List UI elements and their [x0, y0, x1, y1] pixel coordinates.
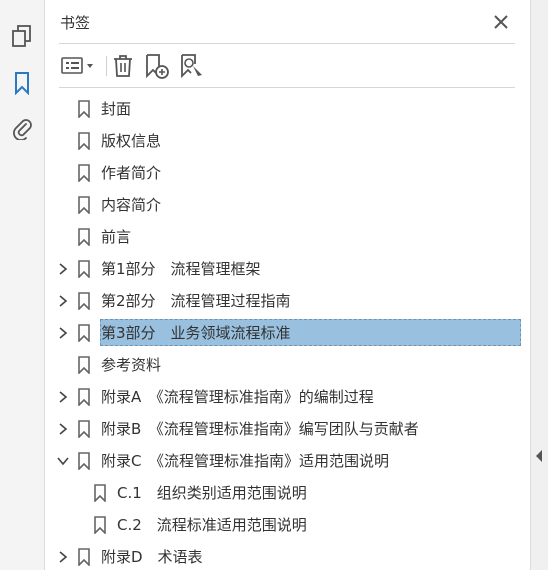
divider — [59, 43, 515, 44]
collapse-panel-icon[interactable] — [536, 450, 542, 462]
divider — [59, 87, 515, 88]
chevron-right-icon[interactable] — [56, 262, 70, 276]
bookmark-label: 作者简介 — [101, 164, 162, 182]
bookmark-item[interactable]: 附录C 《流程管理标准指南》适用范围说明 — [45, 446, 530, 476]
bookmark-item[interactable]: 封面 — [45, 94, 530, 124]
bookmark-item[interactable]: 版权信息 — [45, 126, 530, 156]
panel-edge-strip — [530, 0, 548, 570]
chevron-right-icon[interactable] — [56, 422, 70, 436]
bookmark-item[interactable]: 参考资料 — [45, 350, 530, 380]
chevron-right-icon[interactable] — [56, 326, 70, 340]
panel-title: 书签 — [60, 14, 91, 32]
bookmark-icon — [78, 548, 90, 566]
pages-icon[interactable] — [9, 23, 35, 49]
bookmark-label: C.2 流程标准适用范围说明 — [117, 516, 307, 534]
bookmark-icon — [78, 388, 90, 406]
bookmarks-panel: 书签 封面版权信息作者简介内容简介前言第1部分 流程管理框架第2部分 流程管理过… — [45, 0, 530, 570]
bookmark-label: 附录B 《流程管理标准指南》编写团队与贡献者 — [101, 420, 419, 438]
bookmark-item[interactable]: 附录D 术语表 — [45, 542, 530, 572]
bookmark-item[interactable]: 附录A 《流程管理标准指南》的编制过程 — [45, 382, 530, 412]
bookmark-item[interactable]: 作者简介 — [45, 158, 530, 188]
bookmark-icon — [78, 196, 90, 214]
new-bookmark-icon[interactable] — [143, 52, 171, 80]
bookmark-icon — [78, 452, 90, 470]
find-bookmark-icon[interactable] — [178, 52, 206, 80]
chevron-right-icon[interactable] — [56, 294, 70, 308]
bookmark-label: 附录C 《流程管理标准指南》适用范围说明 — [101, 452, 389, 470]
bookmark-label: 封面 — [101, 100, 132, 118]
bookmark-label: 版权信息 — [101, 132, 162, 150]
bookmark-label: 附录D 术语表 — [101, 548, 203, 566]
bookmark-item[interactable]: 第2部分 流程管理过程指南 — [45, 286, 530, 316]
navigation-rail — [0, 0, 45, 570]
bookmark-label: 内容简介 — [101, 196, 162, 214]
bookmark-item[interactable]: C.2 流程标准适用范围说明 — [45, 510, 530, 540]
chevron-right-icon[interactable] — [56, 390, 70, 404]
bookmark-item[interactable]: 附录B 《流程管理标准指南》编写团队与贡献者 — [45, 414, 530, 444]
bookmark-label: C.1 组织类别适用范围说明 — [117, 484, 307, 502]
bookmark-icon — [78, 100, 90, 118]
bookmark-icon — [78, 164, 90, 182]
bookmark-label: 第1部分 流程管理框架 — [101, 260, 261, 278]
bookmark-icon — [78, 228, 90, 246]
close-icon[interactable] — [489, 10, 513, 34]
delete-bookmark-icon[interactable] — [111, 52, 135, 80]
toolbar-separator — [106, 56, 107, 76]
bookmark-icon — [78, 292, 90, 310]
bookmarks-icon[interactable] — [9, 70, 35, 96]
bookmark-label: 参考资料 — [101, 356, 162, 374]
bookmark-icon — [78, 324, 90, 342]
options-menu-icon[interactable] — [59, 52, 99, 80]
bookmark-icon — [78, 356, 90, 374]
bookmark-label: 前言 — [101, 228, 132, 246]
bookmark-item[interactable]: 内容简介 — [45, 190, 530, 220]
bookmark-icon — [78, 260, 90, 278]
attachments-icon[interactable] — [9, 115, 35, 141]
bookmark-icon — [94, 484, 106, 502]
bookmark-icon — [94, 516, 106, 534]
bookmark-item[interactable]: 前言 — [45, 222, 530, 252]
chevron-right-icon[interactable] — [56, 550, 70, 564]
bookmark-item[interactable]: 第1部分 流程管理框架 — [45, 254, 530, 284]
bookmark-item[interactable]: 第3部分 业务领域流程标准 — [45, 318, 530, 348]
bookmark-icon — [78, 132, 90, 150]
bookmark-item[interactable]: C.1 组织类别适用范围说明 — [45, 478, 530, 508]
bookmark-label: 附录A 《流程管理标准指南》的编制过程 — [101, 388, 374, 406]
bookmark-icon — [78, 420, 90, 438]
chevron-down-icon[interactable] — [56, 454, 70, 468]
bookmark-label: 第2部分 流程管理过程指南 — [101, 292, 291, 310]
bookmark-label: 第3部分 业务领域流程标准 — [101, 324, 291, 342]
